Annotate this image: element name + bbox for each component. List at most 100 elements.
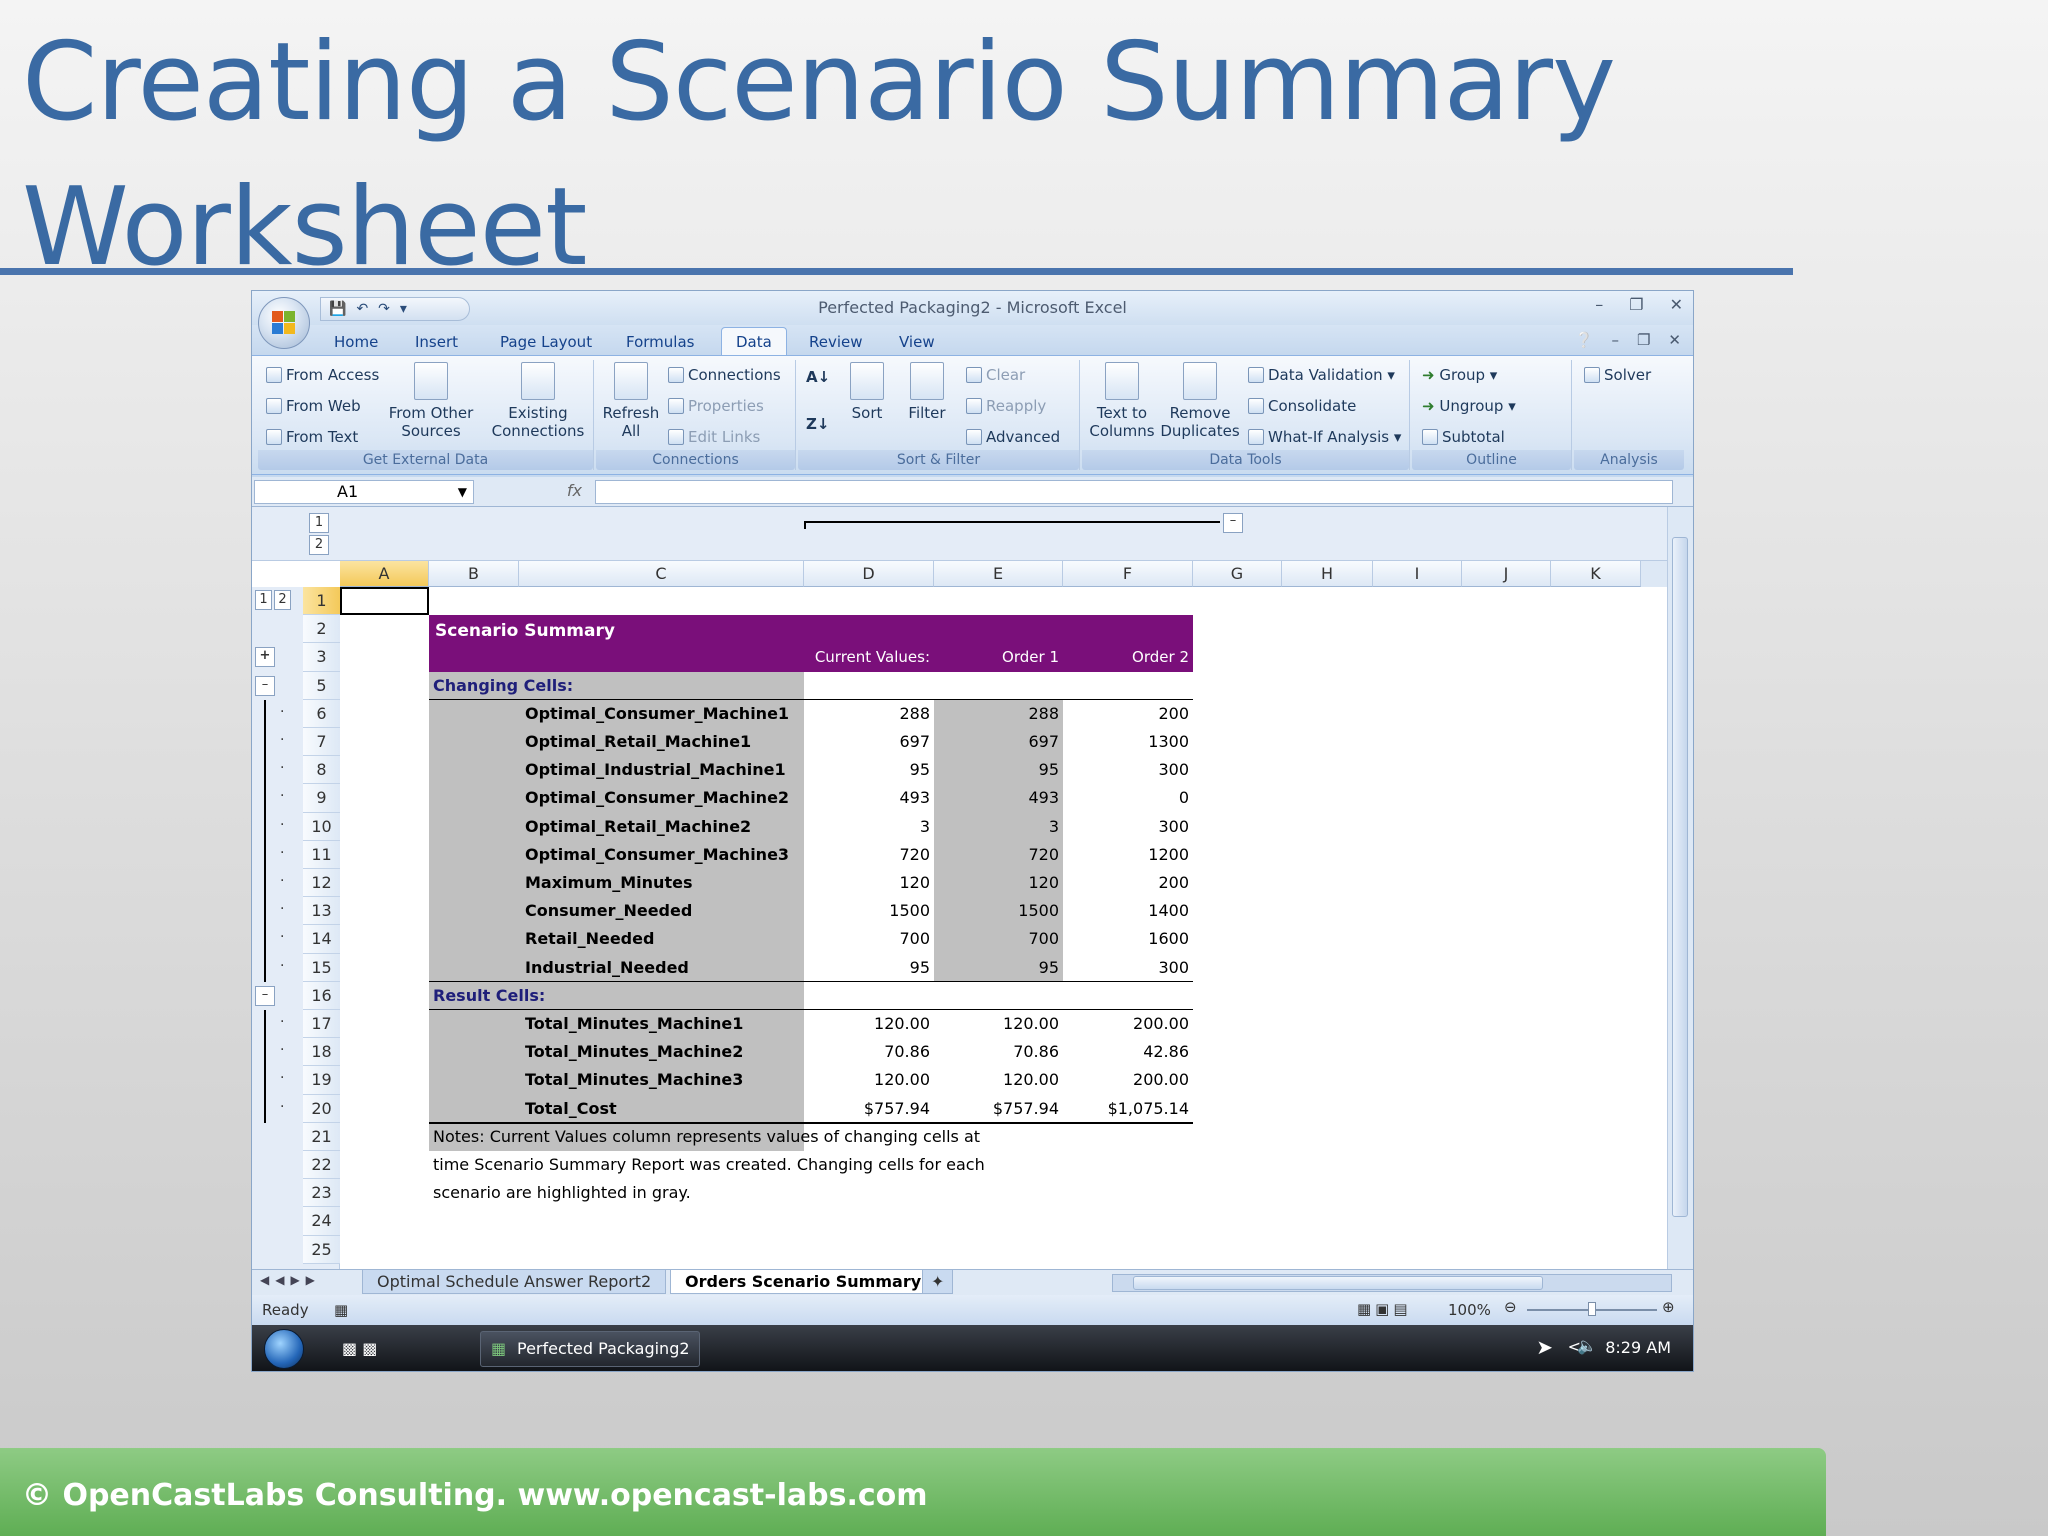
column-header[interactable]: K xyxy=(1551,561,1641,587)
existing-connections-button[interactable]: Existing Connections xyxy=(488,362,588,440)
result-cell-value[interactable]: 120.00 xyxy=(804,1066,930,1094)
name-box-dropdown-icon[interactable]: ▼ xyxy=(458,481,467,503)
advanced-filter-button[interactable]: Advanced xyxy=(966,428,1060,446)
changing-cell-name[interactable]: Consumer_Needed xyxy=(525,897,692,925)
row-header[interactable]: 16 xyxy=(303,981,340,1010)
result-cell-value[interactable]: 120.00 xyxy=(934,1010,1059,1038)
zoom-level[interactable]: 100% xyxy=(1448,1301,1491,1319)
column-header[interactable]: G xyxy=(1193,561,1282,587)
subtotal-button[interactable]: Subtotal xyxy=(1422,428,1505,446)
horizontal-scroll-thumb[interactable] xyxy=(1133,1276,1543,1290)
ungroup-button[interactable]: ➜ Ungroup ▾ xyxy=(1422,397,1516,415)
tab-insert[interactable]: Insert xyxy=(415,333,458,351)
row-header[interactable]: 14 xyxy=(303,925,340,954)
row-header[interactable]: 6 xyxy=(303,699,340,728)
row-header[interactable]: 21 xyxy=(303,1122,340,1151)
notes-line[interactable]: Notes: Current Values column represents … xyxy=(433,1123,980,1151)
row-header[interactable]: 7 xyxy=(303,728,340,757)
changing-cell-name[interactable]: Optimal_Consumer_Machine2 xyxy=(525,784,789,812)
changing-cell-value[interactable]: 697 xyxy=(804,728,930,756)
restore-icon[interactable]: ❐ xyxy=(1629,295,1643,314)
changing-cell-value[interactable]: 120 xyxy=(934,869,1059,897)
row-header[interactable]: 10 xyxy=(303,812,340,841)
changing-cell-value[interactable]: 300 xyxy=(1063,813,1189,841)
changing-cell-value[interactable]: 700 xyxy=(934,925,1059,953)
tab-home[interactable]: Home xyxy=(334,333,378,351)
summary-column-header[interactable]: Order 1 xyxy=(934,643,1059,671)
collapse-result-cells-button[interactable]: – xyxy=(255,985,275,1006)
sort-ascending-button[interactable]: A↓ xyxy=(806,368,830,386)
sheet-tab-orders-scenario-summary[interactable]: Orders Scenario Summary xyxy=(670,1270,937,1294)
row-header[interactable]: 13 xyxy=(303,897,340,926)
column-header[interactable]: J xyxy=(1462,561,1551,587)
changing-cell-value[interactable]: 95 xyxy=(804,954,930,982)
changing-cell-name[interactable]: Optimal_Retail_Machine1 xyxy=(525,728,751,756)
horizontal-scrollbar[interactable] xyxy=(1112,1274,1672,1292)
row-header[interactable]: 17 xyxy=(303,1010,340,1039)
changing-cell-value[interactable]: 1400 xyxy=(1063,897,1189,925)
text-to-columns-button[interactable]: Text to Columns xyxy=(1086,362,1158,440)
result-cell-value[interactable]: 120.00 xyxy=(934,1066,1059,1094)
result-cell-value[interactable]: 200.00 xyxy=(1063,1010,1189,1038)
group-button[interactable]: ➜ Group ▾ xyxy=(1422,366,1497,384)
changing-cell-name[interactable]: Optimal_Industrial_Machine1 xyxy=(525,756,786,784)
result-cell-value[interactable]: 200.00 xyxy=(1063,1066,1189,1094)
filter-button[interactable]: Filter xyxy=(898,362,956,422)
result-cell-value[interactable]: $1,075.14 xyxy=(1063,1095,1189,1123)
column-header[interactable]: F xyxy=(1063,561,1193,587)
column-header[interactable]: H xyxy=(1282,561,1373,587)
changing-cell-value[interactable]: 720 xyxy=(934,841,1059,869)
changing-cell-value[interactable]: 95 xyxy=(934,756,1059,784)
changing-cell-name[interactable]: Optimal_Consumer_Machine1 xyxy=(525,700,789,728)
zoom-slider-thumb[interactable] xyxy=(1588,1302,1596,1316)
result-cell-name[interactable]: Total_Minutes_Machine2 xyxy=(525,1038,743,1066)
consolidate-button[interactable]: Consolidate xyxy=(1248,397,1356,415)
row-header[interactable]: 22 xyxy=(303,1151,340,1180)
changing-cell-value[interactable]: 300 xyxy=(1063,954,1189,982)
changing-cell-value[interactable]: 0 xyxy=(1063,784,1189,812)
tab-view[interactable]: View xyxy=(899,333,935,351)
sort-descending-button[interactable]: Z↓ xyxy=(806,415,829,433)
changing-cell-value[interactable]: 1300 xyxy=(1063,728,1189,756)
summary-title[interactable]: Scenario Summary xyxy=(435,617,615,645)
changing-cell-name[interactable]: Retail_Needed xyxy=(525,925,654,953)
doc-restore-icon[interactable]: ❐ xyxy=(1637,331,1650,349)
zoom-in-icon[interactable]: ⊕ xyxy=(1662,1298,1675,1316)
from-other-sources-button[interactable]: From Other Sources xyxy=(386,362,476,440)
column-header[interactable]: I xyxy=(1373,561,1462,587)
row-header[interactable]: 3 xyxy=(303,643,340,672)
notes-line[interactable]: time Scenario Summary Report was created… xyxy=(433,1151,985,1179)
changing-cell-name[interactable]: Maximum_Minutes xyxy=(525,869,692,897)
result-cell-name[interactable]: Total_Cost xyxy=(525,1095,617,1123)
view-buttons[interactable]: ▦▣▤ xyxy=(1357,1300,1412,1318)
start-button[interactable] xyxy=(264,1329,304,1369)
row-header[interactable]: 2 xyxy=(303,615,340,644)
expand-rows-button[interactable]: + xyxy=(255,647,275,668)
changing-cell-value[interactable]: 697 xyxy=(934,728,1059,756)
data-validation-button[interactable]: Data Validation ▾ xyxy=(1248,366,1395,384)
sheet-tab-answer-report[interactable]: Optimal Schedule Answer Report2 xyxy=(362,1270,667,1294)
row-level-1-button[interactable]: 1 xyxy=(255,590,272,610)
collapse-changing-cells-button[interactable]: – xyxy=(255,675,275,696)
row-header[interactable]: 1 xyxy=(303,587,340,616)
row-header[interactable]: 11 xyxy=(303,840,340,869)
result-cell-value[interactable]: 70.86 xyxy=(934,1038,1059,1066)
changing-cell-value[interactable]: 300 xyxy=(1063,756,1189,784)
changing-cell-value[interactable]: 200 xyxy=(1063,869,1189,897)
outline-level-2-button[interactable]: 2 xyxy=(309,535,329,555)
changing-cell-value[interactable]: 288 xyxy=(934,700,1059,728)
changing-cell-name[interactable]: Industrial_Needed xyxy=(525,954,689,982)
vertical-scroll-thumb[interactable] xyxy=(1672,537,1688,1217)
column-header[interactable]: C xyxy=(519,561,804,587)
clear-filter-button[interactable]: Clear xyxy=(966,366,1025,384)
zoom-out-icon[interactable]: ⊖ xyxy=(1504,1298,1517,1316)
row-header[interactable]: 5 xyxy=(303,671,340,700)
macro-record-icon[interactable]: ▦ xyxy=(334,1301,348,1319)
tab-formulas[interactable]: Formulas xyxy=(626,333,694,351)
active-cell-a1[interactable] xyxy=(340,587,429,616)
changing-cell-value[interactable]: 700 xyxy=(804,925,930,953)
taskbar-excel-item[interactable]: ▦ Perfected Packaging2 xyxy=(480,1331,700,1367)
row-header[interactable]: 19 xyxy=(303,1066,340,1095)
changing-cell-name[interactable]: Optimal_Retail_Machine2 xyxy=(525,813,751,841)
doc-minimize-icon[interactable]: – xyxy=(1611,331,1619,349)
